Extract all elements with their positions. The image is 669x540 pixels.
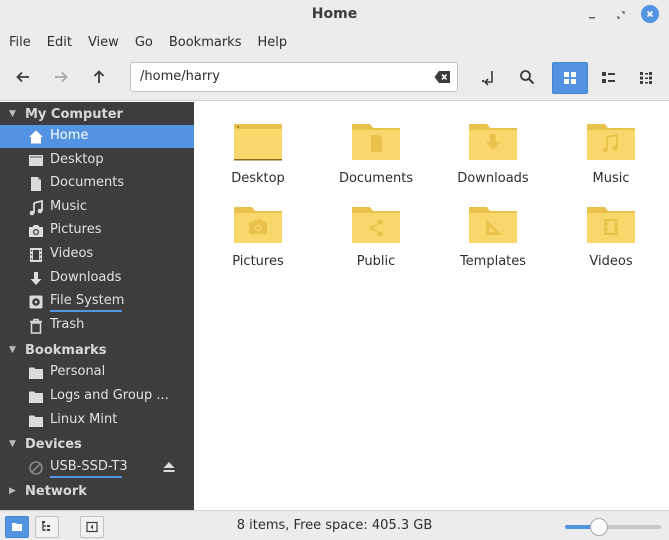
file-item-desktop[interactable]: Desktop xyxy=(206,110,310,190)
pictures-folder-icon xyxy=(234,207,282,243)
file-item-music[interactable]: Music xyxy=(559,110,663,190)
download-icon xyxy=(30,272,42,285)
sidebar-item-desktop[interactable]: Desktop xyxy=(0,149,194,172)
sidebar-section-bookmarks[interactable]: ▼ Bookmarks xyxy=(0,339,194,361)
title-bar: Home xyxy=(0,0,669,30)
chevron-down-icon: ▼ xyxy=(9,439,16,449)
file-system-usage-bar xyxy=(50,310,122,312)
folder-icon xyxy=(29,391,43,403)
folder-icon xyxy=(29,415,43,427)
location-input[interactable] xyxy=(140,69,420,84)
sidebar-item-home[interactable]: Home xyxy=(0,125,194,148)
chevron-down-icon: ▼ xyxy=(9,109,16,119)
menu-file[interactable]: File xyxy=(9,35,31,50)
templates-folder-icon xyxy=(469,207,517,243)
forward-button[interactable] xyxy=(46,62,76,92)
toggle-location-button[interactable] xyxy=(474,62,504,92)
list-view-button[interactable] xyxy=(590,62,626,94)
sidebar-item-videos[interactable]: Videos xyxy=(0,243,194,266)
arrow-left-icon xyxy=(16,71,29,83)
documents-folder-icon xyxy=(352,124,400,160)
maximize-icon xyxy=(617,11,625,19)
music-folder-icon xyxy=(587,124,635,160)
menu-help[interactable]: Help xyxy=(257,35,287,50)
location-bar xyxy=(130,62,458,92)
sidebar-item-pictures[interactable]: Pictures xyxy=(0,219,194,242)
downloads-folder-icon xyxy=(469,124,517,160)
sidebar-item-downloads[interactable]: Downloads xyxy=(0,267,194,290)
file-item-public[interactable]: Public xyxy=(324,193,428,273)
videos-folder-icon xyxy=(587,207,635,243)
film-icon xyxy=(30,248,42,262)
zoom-slider-handle[interactable] xyxy=(589,518,608,536)
grid-icon xyxy=(564,72,576,84)
menu-edit[interactable]: Edit xyxy=(47,35,72,50)
sidebar-section-devices[interactable]: ▼ Devices xyxy=(0,433,194,455)
list-icon xyxy=(602,72,615,83)
file-item-templates[interactable]: Templates xyxy=(441,193,545,273)
menu-bookmarks[interactable]: Bookmarks xyxy=(169,35,242,50)
folder-icon xyxy=(29,367,43,379)
trash-icon xyxy=(30,318,42,334)
chevron-down-icon: ▼ xyxy=(9,345,16,355)
maximize-button[interactable] xyxy=(611,5,631,25)
sidebar-section-my-computer[interactable]: ▼ My Computer xyxy=(0,103,194,125)
close-icon xyxy=(646,10,654,18)
menu-bar: File Edit View Go Bookmarks Help xyxy=(0,30,669,54)
clear-icon[interactable] xyxy=(434,70,451,84)
sidebar-section-network[interactable]: ▶ Network xyxy=(0,480,194,502)
eject-icon[interactable] xyxy=(162,460,176,474)
back-button[interactable] xyxy=(8,62,38,92)
file-view: Desktop Documents Downloads Music Pictur… xyxy=(195,102,669,510)
sidebar-item-documents[interactable]: Documents xyxy=(0,172,194,195)
menu-go[interactable]: Go xyxy=(135,35,153,50)
file-item-pictures[interactable]: Pictures xyxy=(206,193,310,273)
status-bar: 8 items, Free space: 405.3 GB xyxy=(0,510,669,540)
menu-view[interactable]: View xyxy=(88,35,119,50)
sidebar-item-music[interactable]: Music xyxy=(0,196,194,219)
close-button[interactable] xyxy=(641,5,659,23)
minimize-icon xyxy=(589,17,595,19)
camera-icon xyxy=(29,225,43,237)
sidebar-item-personal[interactable]: Personal xyxy=(0,361,194,384)
usb-drive-icon xyxy=(29,461,43,475)
file-item-downloads[interactable]: Downloads xyxy=(441,110,545,190)
zoom-slider[interactable] xyxy=(565,518,661,536)
drive-icon xyxy=(29,295,43,309)
home-icon xyxy=(29,130,43,144)
window-title: Home xyxy=(311,6,358,22)
sidebar-item-trash[interactable]: Trash xyxy=(0,314,194,337)
file-item-documents[interactable]: Documents xyxy=(324,110,428,190)
public-folder-icon xyxy=(352,207,400,243)
music-icon xyxy=(29,200,43,216)
path-edit-icon xyxy=(482,71,493,86)
search-icon xyxy=(520,70,535,85)
sidebar-item-logs-and-group[interactable]: Logs and Group ... xyxy=(0,385,194,408)
desktop-folder-icon xyxy=(234,124,282,161)
compact-list-icon xyxy=(640,72,652,84)
sidebar: ▼ My Computer Home Desktop Documents Mus… xyxy=(0,102,194,510)
compact-view-button[interactable] xyxy=(628,62,664,94)
file-item-videos[interactable]: Videos xyxy=(559,193,663,273)
up-button[interactable] xyxy=(84,62,114,92)
chevron-right-icon: ▶ xyxy=(9,486,16,496)
sidebar-item-usb-ssd-t3[interactable]: USB-SSD-T3 xyxy=(0,456,194,479)
arrow-up-icon xyxy=(93,70,105,83)
minimize-button[interactable] xyxy=(582,5,602,25)
sidebar-item-file-system[interactable]: File System xyxy=(0,290,194,313)
document-icon xyxy=(31,177,41,191)
icon-view-button[interactable] xyxy=(552,62,588,94)
sidebar-item-linux-mint[interactable]: Linux Mint xyxy=(0,409,194,432)
arrow-right-icon xyxy=(55,71,68,83)
desktop-icon xyxy=(29,155,43,166)
search-button[interactable] xyxy=(512,62,542,92)
usb-usage-bar xyxy=(50,476,122,478)
